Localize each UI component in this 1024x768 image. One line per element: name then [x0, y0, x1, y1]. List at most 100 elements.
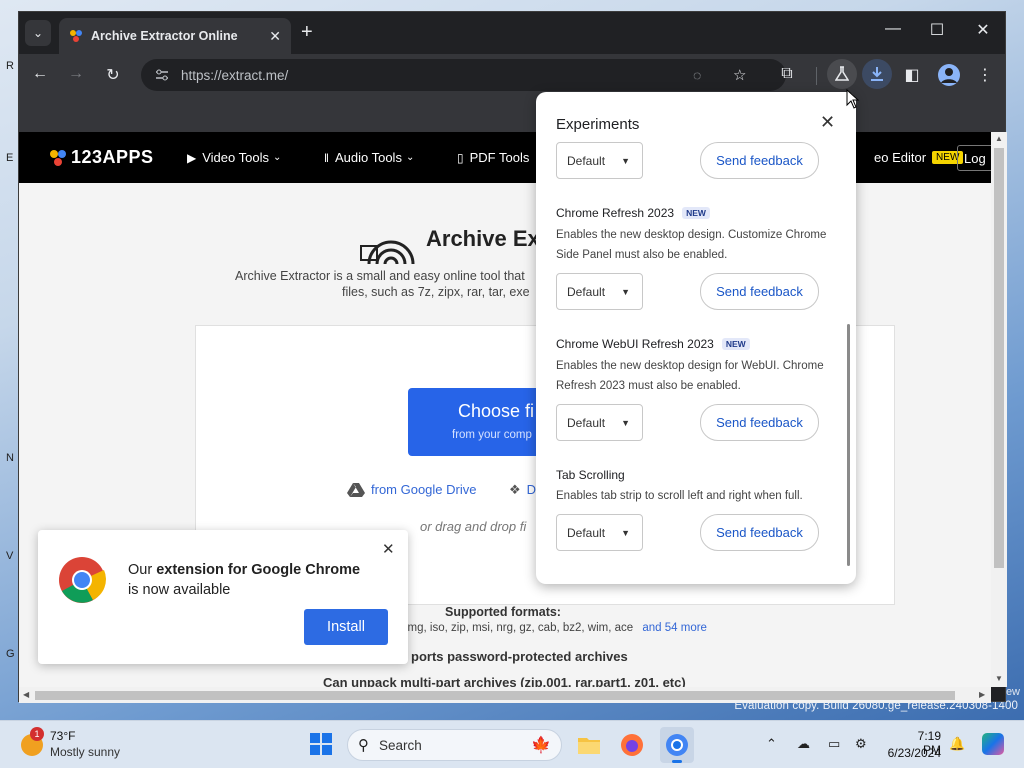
- forward-arrow-icon[interactable]: →: [65, 65, 87, 83]
- notification-bell-icon[interactable]: 🔔: [949, 736, 965, 752]
- site-settings-icon[interactable]: [155, 69, 169, 81]
- pdf-icon: ▯: [457, 150, 464, 165]
- display-icon[interactable]: ▭: [828, 736, 840, 752]
- send-feedback-button[interactable]: Send feedback: [700, 273, 819, 310]
- desktop-edge-letter: R: [6, 60, 14, 72]
- send-feedback-button[interactable]: Send feedback: [700, 404, 819, 441]
- send-feedback-button[interactable]: Send feedback: [700, 142, 819, 179]
- scroll-down-icon[interactable]: ▼: [995, 674, 1003, 683]
- dropbox-link[interactable]: ❖ D: [509, 482, 536, 498]
- watermark-fragment: ew: [1005, 686, 1020, 698]
- formats-more-link[interactable]: and 54 more: [642, 622, 707, 634]
- page-description: Archive Extractor is a small and easy on…: [235, 269, 525, 283]
- minimize-button[interactable]: —: [881, 20, 905, 38]
- site-logo[interactable]: 123APPS: [49, 147, 154, 168]
- close-icon[interactable]: ✕: [382, 540, 395, 558]
- formats-title: Supported formats:: [445, 605, 561, 619]
- horizontal-scrollbar[interactable]: ◀ ▶: [19, 687, 991, 703]
- extensions-puzzle-icon[interactable]: ⧉: [776, 65, 798, 83]
- vertical-scroll-thumb[interactable]: [994, 148, 1004, 568]
- logo-text: 123APPS: [71, 147, 154, 167]
- weather-condition[interactable]: Mostly sunny: [50, 745, 120, 759]
- eye-off-icon[interactable]: ◌: [693, 67, 701, 83]
- file-explorer-icon[interactable]: [577, 733, 601, 757]
- chrome-taskbar-button[interactable]: [660, 727, 694, 763]
- scroll-left-icon[interactable]: ◀: [23, 690, 29, 699]
- active-tab[interactable]: Archive Extractor Online ✕: [59, 18, 291, 54]
- nav-video-tools[interactable]: ▶ Video Tools ⌄: [187, 150, 281, 165]
- google-drive-link[interactable]: from Google Drive: [347, 482, 476, 497]
- clock-date[interactable]: 6/23/2024: [876, 746, 941, 760]
- experiment-select[interactable]: Default ▼: [556, 142, 643, 179]
- close-icon[interactable]: ✕: [820, 112, 835, 133]
- windows-start-icon[interactable]: [310, 733, 332, 755]
- experiment-select[interactable]: Default ▼: [556, 404, 643, 441]
- install-button[interactable]: Install: [304, 609, 388, 645]
- firefox-icon[interactable]: [620, 733, 644, 757]
- cloud-off-icon[interactable]: ☁: [797, 736, 810, 752]
- multipart-support-text: Can unpack multi-part archives (zip.001,…: [323, 675, 686, 687]
- experiment-description: Enables the new desktop design. Customiz…: [556, 229, 827, 261]
- bookmark-star-icon[interactable]: ☆: [733, 66, 746, 84]
- download-icon: [871, 67, 883, 81]
- download-button[interactable]: [862, 59, 892, 89]
- chevron-up-icon[interactable]: ⌃: [766, 736, 777, 752]
- maximize-button[interactable]: ☐: [925, 20, 949, 40]
- desktop-edge-letter: E: [6, 152, 14, 164]
- nav-audio-tools[interactable]: ‖ Audio Tools ⌄: [324, 150, 414, 165]
- experiment-description: Enables the new desktop design for WebUI…: [556, 360, 824, 392]
- experiment-select[interactable]: Default ▼: [556, 273, 643, 310]
- nav-label: eo Editor: [874, 150, 927, 165]
- extension-toast: Our extension for Google Chrome is now a…: [38, 530, 408, 664]
- toast-text-bold: extension for Google Chrome: [156, 562, 361, 578]
- side-panel-icon[interactable]: ◧: [901, 65, 923, 85]
- formats-list: img, iso, zip, msi, nrg, gz, cab, bz2, w…: [405, 622, 707, 634]
- chrome-menu-icon[interactable]: ⋮: [974, 65, 996, 85]
- login-button[interactable]: Log: [957, 145, 991, 171]
- horizontal-scroll-thumb[interactable]: [35, 691, 955, 700]
- search-label: Search: [379, 737, 422, 753]
- vertical-scrollbar[interactable]: ▲ ▼: [991, 132, 1007, 687]
- nav-pdf-tools[interactable]: ▯ PDF Tools: [457, 150, 529, 165]
- tab-title: Archive Extractor Online: [91, 29, 238, 43]
- address-bar[interactable]: https://extract.me/ ◌ ☆: [141, 59, 786, 91]
- choose-file-label: Choose fi: [458, 401, 535, 421]
- page-title: Archive Ex: [426, 226, 540, 251]
- site-favicon-icon: [70, 30, 82, 42]
- tab-close-icon[interactable]: ✕: [269, 28, 281, 45]
- experiment-select[interactable]: Default ▼: [556, 514, 643, 551]
- nav-video-editor[interactable]: eo Editor NEW: [874, 150, 964, 165]
- copilot-icon[interactable]: [982, 733, 1004, 755]
- taskbar-search[interactable]: ⚲ Search 🍁: [347, 729, 562, 761]
- network-icon[interactable]: ⚙: [855, 736, 867, 752]
- tab-search-button[interactable]: ⌄: [25, 20, 51, 46]
- scroll-right-icon[interactable]: ▶: [979, 690, 985, 699]
- scroll-up-icon[interactable]: ▲: [995, 134, 1003, 143]
- back-arrow-icon[interactable]: ←: [29, 65, 51, 83]
- flask-icon: [835, 66, 849, 81]
- desktop-edge-letter: G: [6, 648, 15, 660]
- formats-text: img, iso, zip, msi, nrg, gz, cab, bz2, w…: [405, 622, 634, 634]
- toast-text-part: Our: [128, 562, 157, 578]
- choose-file-subtext: from your comp: [452, 429, 532, 441]
- video-icon: ▶: [187, 150, 197, 165]
- toolbar-divider: [816, 67, 817, 85]
- select-value: Default: [567, 525, 606, 540]
- nav-label: Audio Tools: [334, 150, 402, 165]
- dropbox-label: D: [526, 482, 537, 497]
- toast-text-part: is now available: [128, 582, 231, 598]
- send-feedback-button[interactable]: Send feedback: [700, 514, 819, 551]
- archive-logo-icon: [360, 240, 415, 265]
- new-tab-button[interactable]: +: [301, 21, 313, 43]
- reload-icon[interactable]: ↻: [102, 65, 124, 85]
- chevron-down-icon: ⌄: [405, 152, 415, 163]
- experiments-flask-button[interactable]: [827, 59, 857, 89]
- close-window-button[interactable]: ✕: [971, 20, 995, 40]
- select-value: Default: [567, 153, 606, 168]
- logo-dots-icon: [50, 149, 66, 166]
- weather-temperature[interactable]: 73°F: [50, 729, 75, 743]
- profile-avatar-icon[interactable]: [938, 64, 960, 86]
- popup-scrollbar[interactable]: [847, 324, 850, 566]
- desktop-edge-letter: V: [6, 550, 14, 562]
- select-value: Default: [567, 284, 606, 299]
